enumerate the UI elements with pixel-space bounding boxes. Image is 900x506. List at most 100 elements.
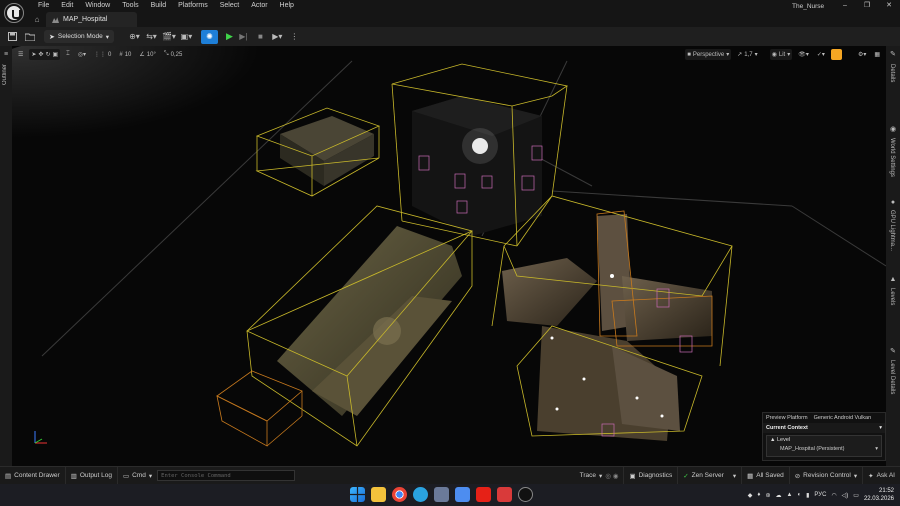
all-saved-button[interactable]: ▦ All Saved (742, 466, 790, 485)
level-context[interactable]: ▲ Level MAP_Hospital (Persistent) ▾ (766, 435, 882, 457)
menu-help[interactable]: Help (274, 2, 300, 11)
settings-gear-icon[interactable]: ⚙▾ (856, 49, 868, 60)
browse-content-icon[interactable] (23, 30, 36, 43)
scale-tool-icon[interactable]: ▣ (52, 51, 58, 58)
console-input[interactable]: Enter Console Command (157, 470, 296, 481)
outliner-tab[interactable]: Outliner (2, 64, 8, 85)
revision-control-button[interactable]: ⊘ Revision Control ▾ (790, 466, 864, 485)
menu-edit[interactable]: Edit (55, 2, 79, 11)
grid-snap-toggle[interactable]: ⋮⋮ 0 (92, 49, 113, 60)
levels-tab[interactable]: Levels (889, 288, 895, 305)
cinematics-icon[interactable]: 🎬▾ (162, 30, 176, 43)
grid-snap-value: 0 (108, 51, 112, 58)
maximize-button[interactable]: ❐ (856, 0, 878, 11)
select-tool-icon[interactable]: ➤ (31, 51, 36, 58)
battery-icon[interactable]: ▭ (853, 492, 859, 499)
gpu-lightmass-tab[interactable]: GPU Lightma... (889, 210, 895, 251)
tray-app-icon[interactable]: ▲ (787, 492, 793, 498)
youtube-icon[interactable] (476, 487, 491, 502)
image-viewer-icon[interactable] (497, 487, 512, 502)
show-flags-icon[interactable]: 👁▾ (796, 49, 811, 60)
world-local-icon[interactable]: ◎▾ (76, 49, 88, 60)
view-mode-label: Lit (778, 51, 786, 58)
surface-snap-icon[interactable]: ⌶ (64, 49, 72, 60)
steam-icon[interactable]: ◐ (797, 492, 801, 498)
performance-icon[interactable] (830, 49, 842, 60)
wifi-icon[interactable]: ◠ (831, 492, 836, 499)
scale-snap-toggle[interactable]: ⤡ 0,25 (162, 49, 185, 60)
move-tool-icon[interactable]: ✥ (38, 51, 43, 58)
language-indicator[interactable]: РУС (814, 492, 826, 498)
camera-speed[interactable]: ↗ 1,7 ▾ (735, 49, 759, 60)
clock[interactable]: 21:52 22.03.2026 (864, 487, 894, 503)
unreal-logo-icon[interactable] (4, 3, 24, 23)
output-log-button[interactable]: ▥ Output Log (66, 466, 119, 485)
save-icon[interactable] (6, 30, 19, 43)
menu-platforms[interactable]: Platforms (172, 2, 214, 11)
step-icon[interactable]: ▶| (237, 30, 250, 43)
tray-app-icon[interactable]: ⊛ (765, 492, 770, 499)
rotation-snap-toggle[interactable]: ∠ 10° (137, 49, 157, 60)
menu-file[interactable]: File (32, 2, 55, 11)
chrome-icon[interactable] (392, 487, 407, 502)
platforms-icon[interactable]: ▣▾ (180, 30, 193, 43)
blueprint-icon[interactable]: ⇆▾ (145, 30, 158, 43)
scale-snap-value: 0,25 (170, 51, 183, 58)
rotate-tool-icon[interactable]: ↻ (45, 51, 50, 58)
layout-icon[interactable]: ▦ (872, 49, 882, 60)
chevron-down-icon: ▾ (853, 472, 858, 480)
close-button[interactable]: ✕ (878, 0, 900, 11)
store-icon[interactable] (455, 487, 470, 502)
viewport-menu-icon[interactable]: ☰ (16, 49, 25, 60)
level-label-row: ▲ Level (770, 437, 878, 446)
view-mode-dropdown[interactable]: ◉ Lit ▾ (769, 49, 793, 60)
menu-icon[interactable]: ≡ (2, 51, 10, 59)
play-button[interactable]: ▶ (226, 31, 233, 42)
world-settings-tab[interactable]: World Settings (889, 138, 895, 177)
ask-ai-button[interactable]: ✦ Ask AI (863, 467, 900, 485)
transform-tools[interactable]: ➤ ✥ ↻ ▣ (29, 49, 61, 60)
grid-size-toggle[interactable]: # 10 (117, 49, 133, 60)
current-context-label: Current Context (766, 425, 808, 431)
menu-select[interactable]: Select (214, 2, 245, 11)
current-context-header[interactable]: Current Context ▾ (763, 423, 885, 433)
preview-platform-value: Generic Android Vulkan (813, 415, 872, 421)
volume-icon[interactable]: ◁) (842, 492, 849, 499)
telegram-icon[interactable] (413, 487, 428, 502)
settings-app-icon[interactable] (434, 487, 449, 502)
perspective-dropdown[interactable]: ■ Perspective ▾ (685, 49, 732, 60)
level-tab-label: MAP_Hospital (63, 16, 108, 23)
level-viewport[interactable]: ☰ ➤ ✥ ↻ ▣ ⌶ ◎▾ ⋮⋮ 0 # 10 ∠ 10° ⤡ 0,25 ■ … (12, 46, 886, 466)
zen-server-dropdown[interactable]: ✓ Zen Server ▾ (678, 466, 743, 485)
trace-dropdown[interactable]: Trace ▾ ◎ ◉ (575, 466, 625, 485)
simulate-button[interactable]: ✺ (200, 29, 218, 44)
file-explorer-icon[interactable] (371, 487, 386, 502)
cmd-dropdown[interactable]: ▭ Cmd ▾ (118, 467, 157, 485)
add-actor-icon[interactable]: ⊕▾ (128, 30, 141, 43)
preview-platform-row[interactable]: Preview Platform Generic Android Vulkan (763, 413, 885, 423)
minimize-button[interactable]: – (834, 0, 856, 11)
more-options-icon[interactable]: ⋮ (288, 30, 301, 43)
stop-icon[interactable]: ■ (254, 30, 267, 43)
menu-window[interactable]: Window (79, 2, 116, 11)
menu-build[interactable]: Build (145, 2, 173, 11)
selection-mode-dropdown[interactable]: ➤ Selection Mode ▾ (44, 30, 114, 43)
clock-date: 22.03.2026 (863, 496, 894, 502)
menu-actor[interactable]: Actor (245, 2, 273, 11)
realtime-icon[interactable]: ✓▾ (815, 49, 827, 60)
content-drawer-button[interactable]: ▤ Content Drawer (0, 466, 66, 485)
home-icon[interactable]: ⌂ (28, 12, 46, 27)
tab-level[interactable]: MAP_Hospital (46, 12, 138, 27)
menu-tools[interactable]: Tools (116, 2, 144, 11)
tray-app-icon[interactable]: ☁ (776, 492, 782, 499)
level-details-tab[interactable]: Level Details (889, 360, 895, 394)
windows-start-icon[interactable] (350, 487, 365, 502)
tray-app-icon[interactable]: ▮ (806, 492, 809, 499)
unreal-engine-icon[interactable] (518, 487, 533, 502)
diagnostics-button[interactable]: ▣ Diagnostics (624, 466, 679, 485)
tray-app-icon[interactable]: ◆ (748, 492, 753, 499)
tray-app-icon[interactable]: ♦ (757, 492, 760, 498)
launch-icon[interactable]: ▶▾ (271, 30, 284, 43)
details-tab[interactable]: Details (889, 64, 895, 82)
window-controls: – ❐ ✕ (834, 0, 900, 11)
